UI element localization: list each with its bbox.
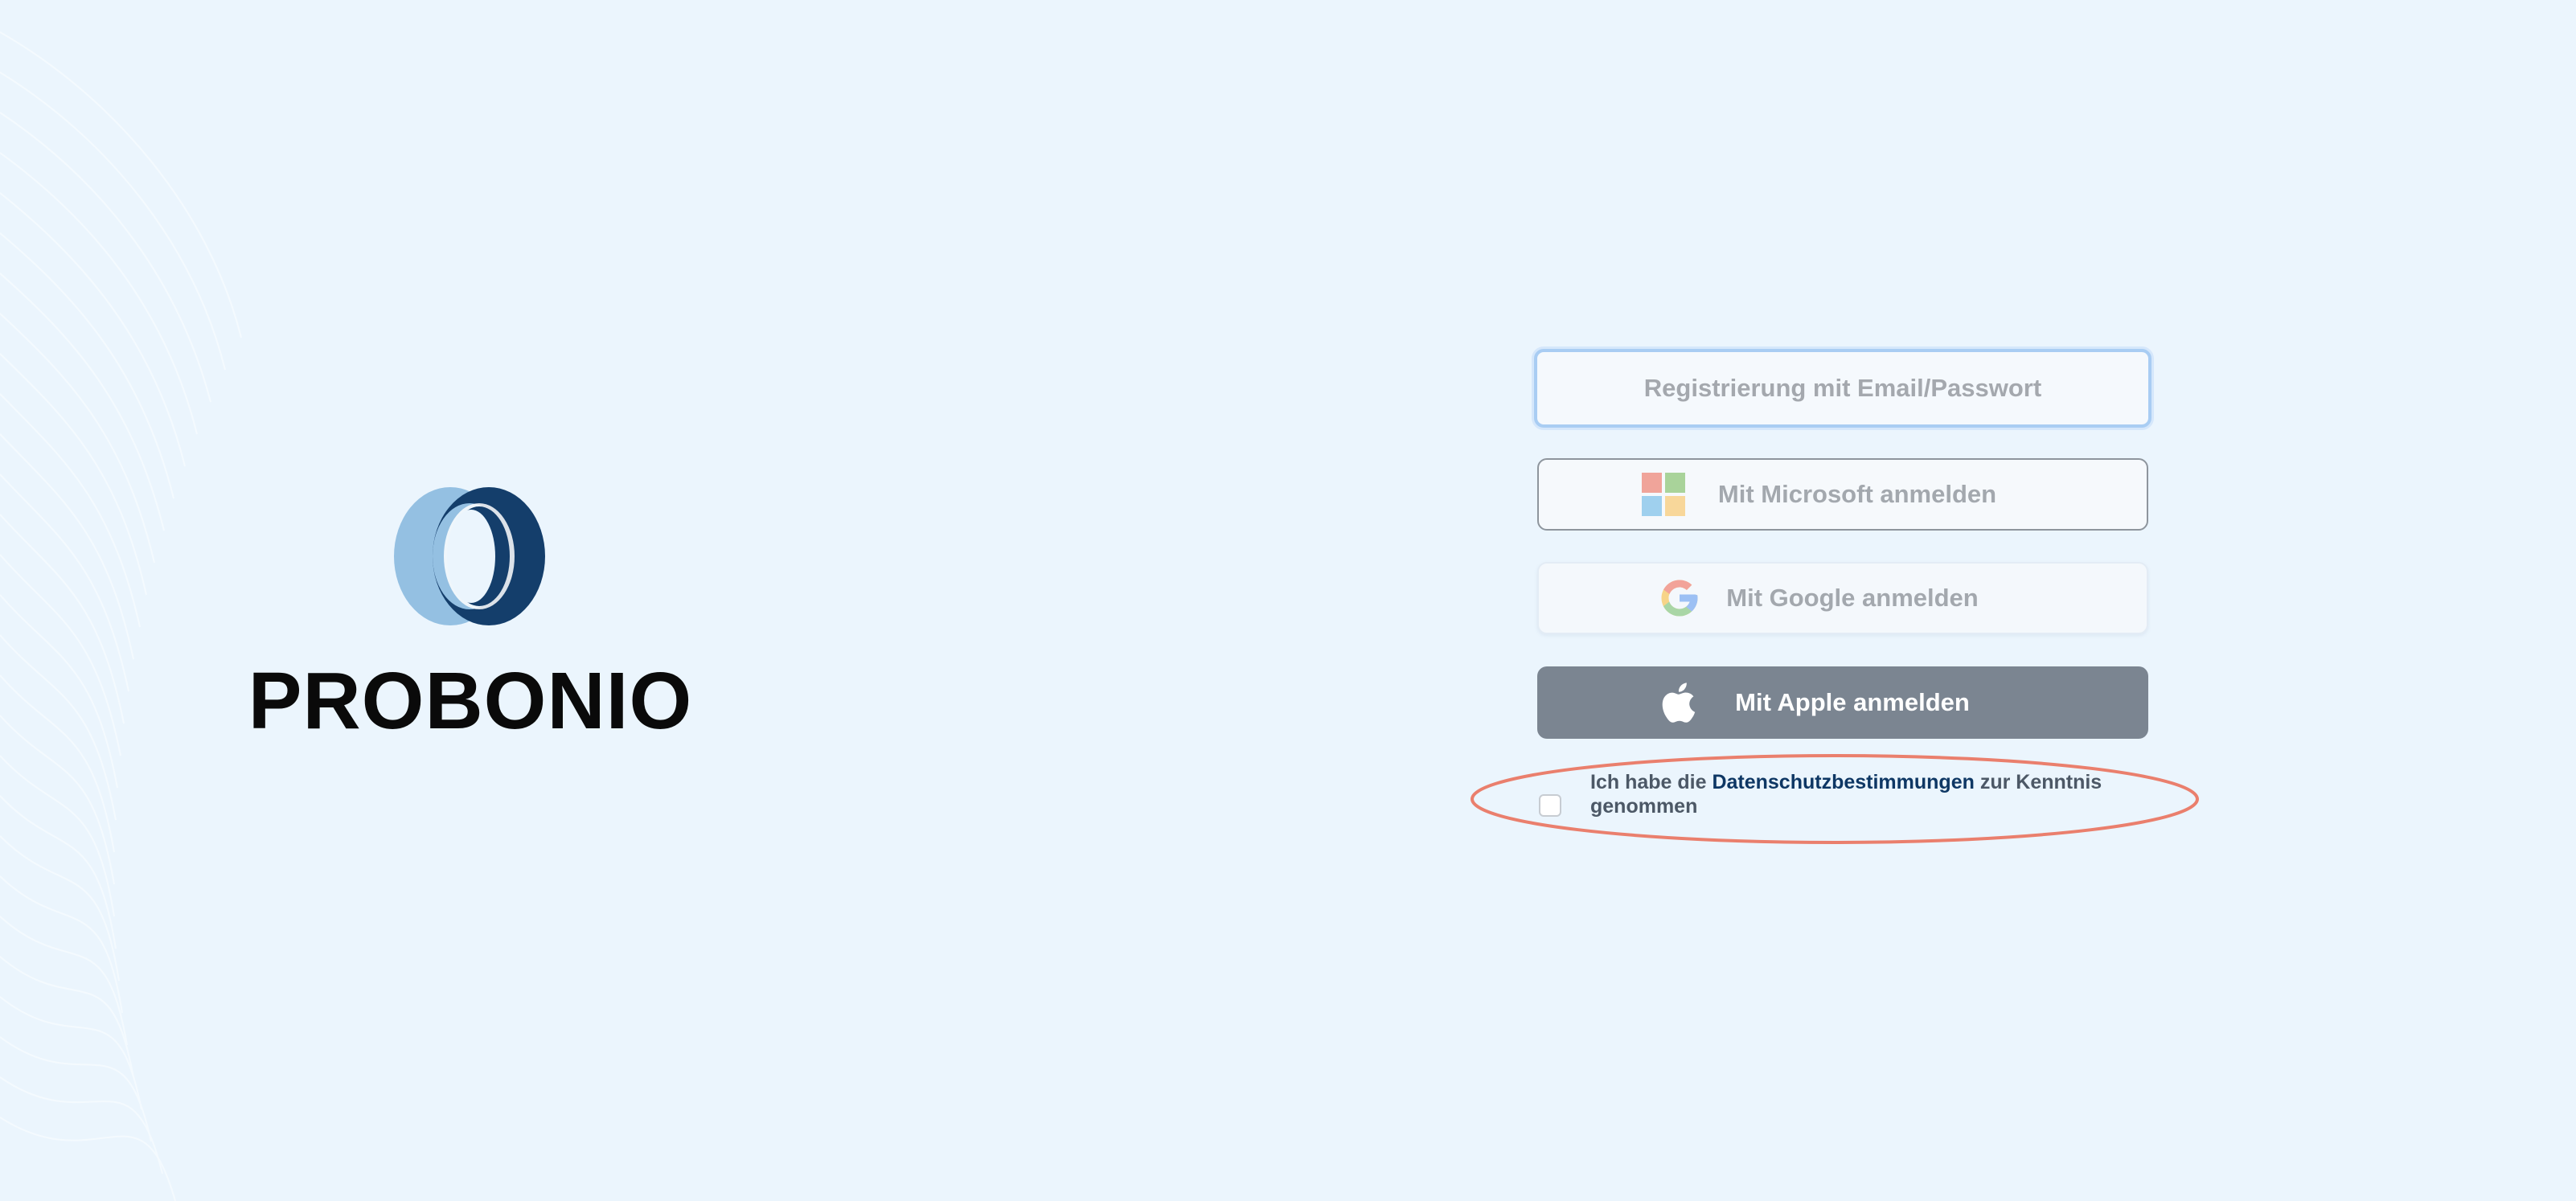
privacy-policy-link[interactable]: Datenschutzbestimmungen bbox=[1712, 771, 1974, 793]
brand-name: PROBONIO bbox=[248, 656, 693, 746]
apple-signin-button[interactable]: Mit Apple anmelden bbox=[1537, 666, 2148, 739]
brand-block: PROBONIO bbox=[241, 482, 699, 741]
microsoft-signin-button[interactable]: Mit Microsoft anmelden bbox=[1537, 458, 2148, 531]
consent-text-before: Ich habe die bbox=[1590, 771, 1713, 793]
google-signin-label: Mit Google anmelden bbox=[1726, 584, 1979, 612]
microsoft-signin-label: Mit Microsoft anmelden bbox=[1717, 480, 1997, 508]
apple-icon bbox=[1662, 682, 1696, 723]
privacy-consent: Ich habe die Datenschutzbestimmungen zur… bbox=[1537, 770, 2148, 826]
email-password-register-label: Registrierung mit Email/Passwort bbox=[1643, 374, 2042, 402]
privacy-consent-label: Ich habe die Datenschutzbestimmungen zur… bbox=[1590, 770, 2137, 818]
google-signin-button[interactable]: Mit Google anmelden bbox=[1537, 562, 2148, 634]
apple-signin-label: Mit Apple anmelden bbox=[1735, 688, 1970, 716]
google-icon bbox=[1661, 580, 1698, 617]
probonio-logo-icon bbox=[394, 487, 545, 625]
microsoft-icon bbox=[1642, 473, 1685, 516]
privacy-consent-checkbox[interactable] bbox=[1539, 794, 1561, 817]
email-password-register-button[interactable]: Registrierung mit Email/Passwort bbox=[1534, 349, 2151, 428]
